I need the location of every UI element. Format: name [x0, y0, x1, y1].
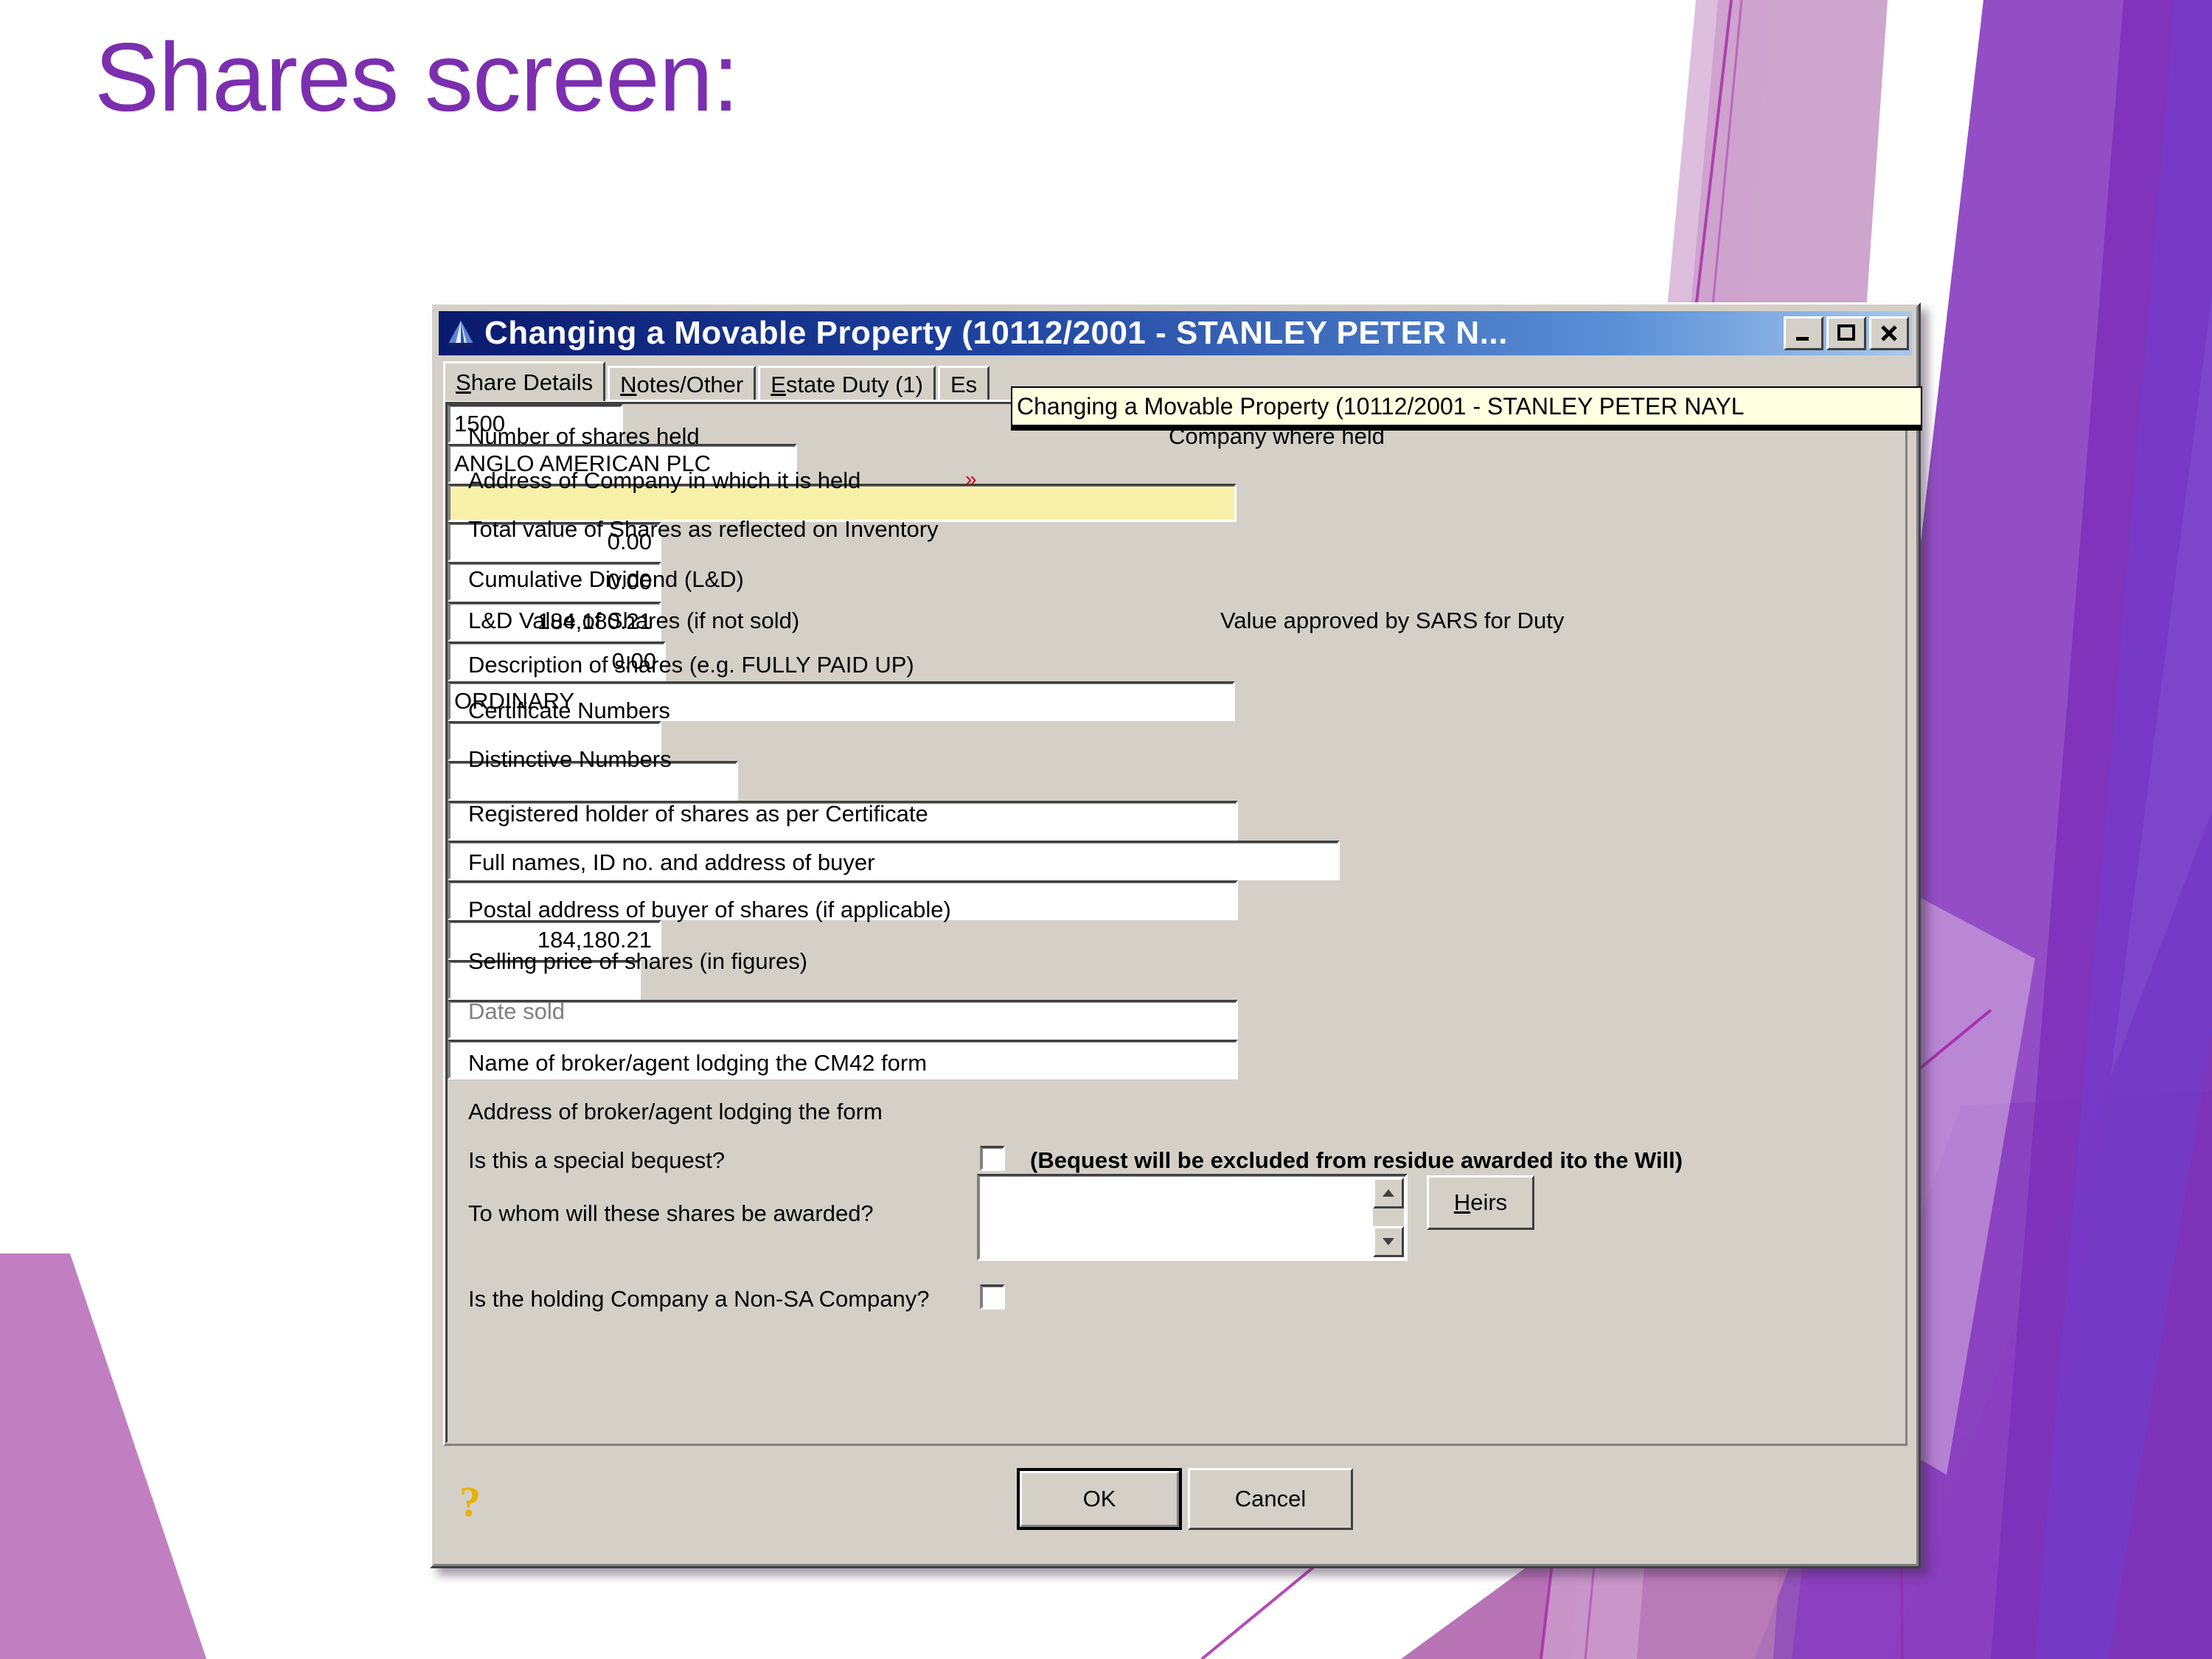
label-special-bequest: Is this a special bequest? — [468, 1147, 726, 1173]
checkbox-non-sa-company[interactable] — [980, 1284, 1005, 1310]
dialog-window: Changing a Movable Property (10112/2001 … — [430, 302, 1921, 1568]
listbox-awarded-to[interactable] — [977, 1174, 1408, 1261]
label-number-of-shares-held: Number of shares held — [468, 423, 700, 449]
label-certificate-numbers: Certificate Numbers — [468, 698, 670, 723]
window-title-tooltip: Changing a Movable Property (10112/2001 … — [1011, 386, 1922, 426]
heirs-button-label: eirs — [1470, 1189, 1508, 1215]
dialog-title: Changing a Movable Property (10112/2001 … — [484, 315, 1508, 351]
label-broker-name: Name of broker/agent lodging the CM42 fo… — [468, 1050, 928, 1076]
label-address-of-company: Address of Company in which it is held — [468, 467, 861, 493]
tab-share-details-label: hare Details — [470, 369, 594, 395]
label-value-approved-sars: Value approved by SARS for Duty — [1220, 608, 1565, 633]
label-registered-holder: Registered holder of shares as per Certi… — [468, 801, 928, 827]
tab-panel-share-details: Number of shares held 1500 Company where… — [443, 400, 1907, 1446]
input-broker-name[interactable] — [448, 1000, 1238, 1040]
label-selling-price: Selling price of shares (in figures) — [468, 948, 808, 974]
tab-notes-other[interactable]: Notes/Other — [608, 366, 757, 401]
label-postal-address-buyer: Postal address of buyer of shares (if ap… — [468, 897, 951, 922]
dialog-titlebar[interactable]: Changing a Movable Property (10112/2001 … — [439, 311, 1912, 355]
close-button[interactable] — [1869, 316, 1909, 350]
label-total-value-inventory: Total value of Shares as reflected on In… — [468, 516, 939, 542]
note-special-bequest: (Bequest will be excluded from residue a… — [1030, 1147, 1683, 1173]
label-broker-address: Address of broker/agent lodging the form — [468, 1099, 883, 1124]
cancel-button-label: Cancel — [1234, 1486, 1307, 1512]
label-cumulative-dividend: Cumulative Dividend (L&D) — [468, 566, 744, 592]
checkbox-special-bequest[interactable] — [980, 1146, 1005, 1171]
chevron-up-icon — [1382, 1189, 1394, 1197]
vertical-scrollbar[interactable] — [1373, 1178, 1404, 1257]
heirs-button[interactable]: Heirs — [1427, 1175, 1534, 1230]
tab-notes-other-label: otes/Other — [636, 371, 744, 397]
tab-share-details[interactable]: Share Details — [443, 361, 606, 401]
tab-estate-duty-1-label: state Duty (1) — [785, 371, 923, 397]
cancel-button[interactable]: Cancel — [1188, 1468, 1353, 1530]
page-title: Shares screen: — [94, 23, 740, 131]
label-date-sold: Date sold — [468, 998, 565, 1024]
scroll-up-button[interactable] — [1373, 1178, 1404, 1208]
required-marker: » — [965, 467, 977, 490]
maximize-button[interactable] — [1826, 316, 1866, 350]
label-full-names-buyer: Full names, ID no. and address of buyer — [468, 849, 875, 875]
close-icon — [1881, 325, 1897, 341]
scroll-down-button[interactable] — [1373, 1226, 1404, 1257]
label-awarded-to: To whom will these shares be awarded? — [468, 1200, 874, 1226]
label-ld-value-of-shares: L&D Value of Shares (if not sold) — [468, 608, 800, 633]
minimize-icon — [1796, 337, 1809, 341]
tab-estate-duty-2-label: Es — [950, 371, 978, 397]
label-distinctive-numbers: Distinctive Numbers — [468, 746, 672, 772]
tab-estate-duty-1[interactable]: Estate Duty (1) — [758, 366, 936, 401]
label-non-sa-company: Is the holding Company a Non-SA Company? — [468, 1286, 930, 1312]
label-description-of-shares: Description of shares (e.g. FULLY PAID U… — [468, 652, 914, 678]
tab-estate-duty-2[interactable]: Es — [938, 366, 990, 401]
minimize-button[interactable] — [1784, 316, 1823, 350]
blue-triangle-icon — [448, 321, 474, 347]
chevron-down-icon — [1382, 1238, 1394, 1245]
maximize-icon — [1837, 324, 1855, 341]
ok-button[interactable]: OK — [1017, 1468, 1182, 1530]
dialog-footer: ? OK Cancel — [443, 1452, 1907, 1555]
help-icon[interactable]: ? — [459, 1477, 481, 1526]
tooltip-shadow — [1011, 426, 1922, 431]
ok-button-label: OK — [1020, 1471, 1179, 1527]
